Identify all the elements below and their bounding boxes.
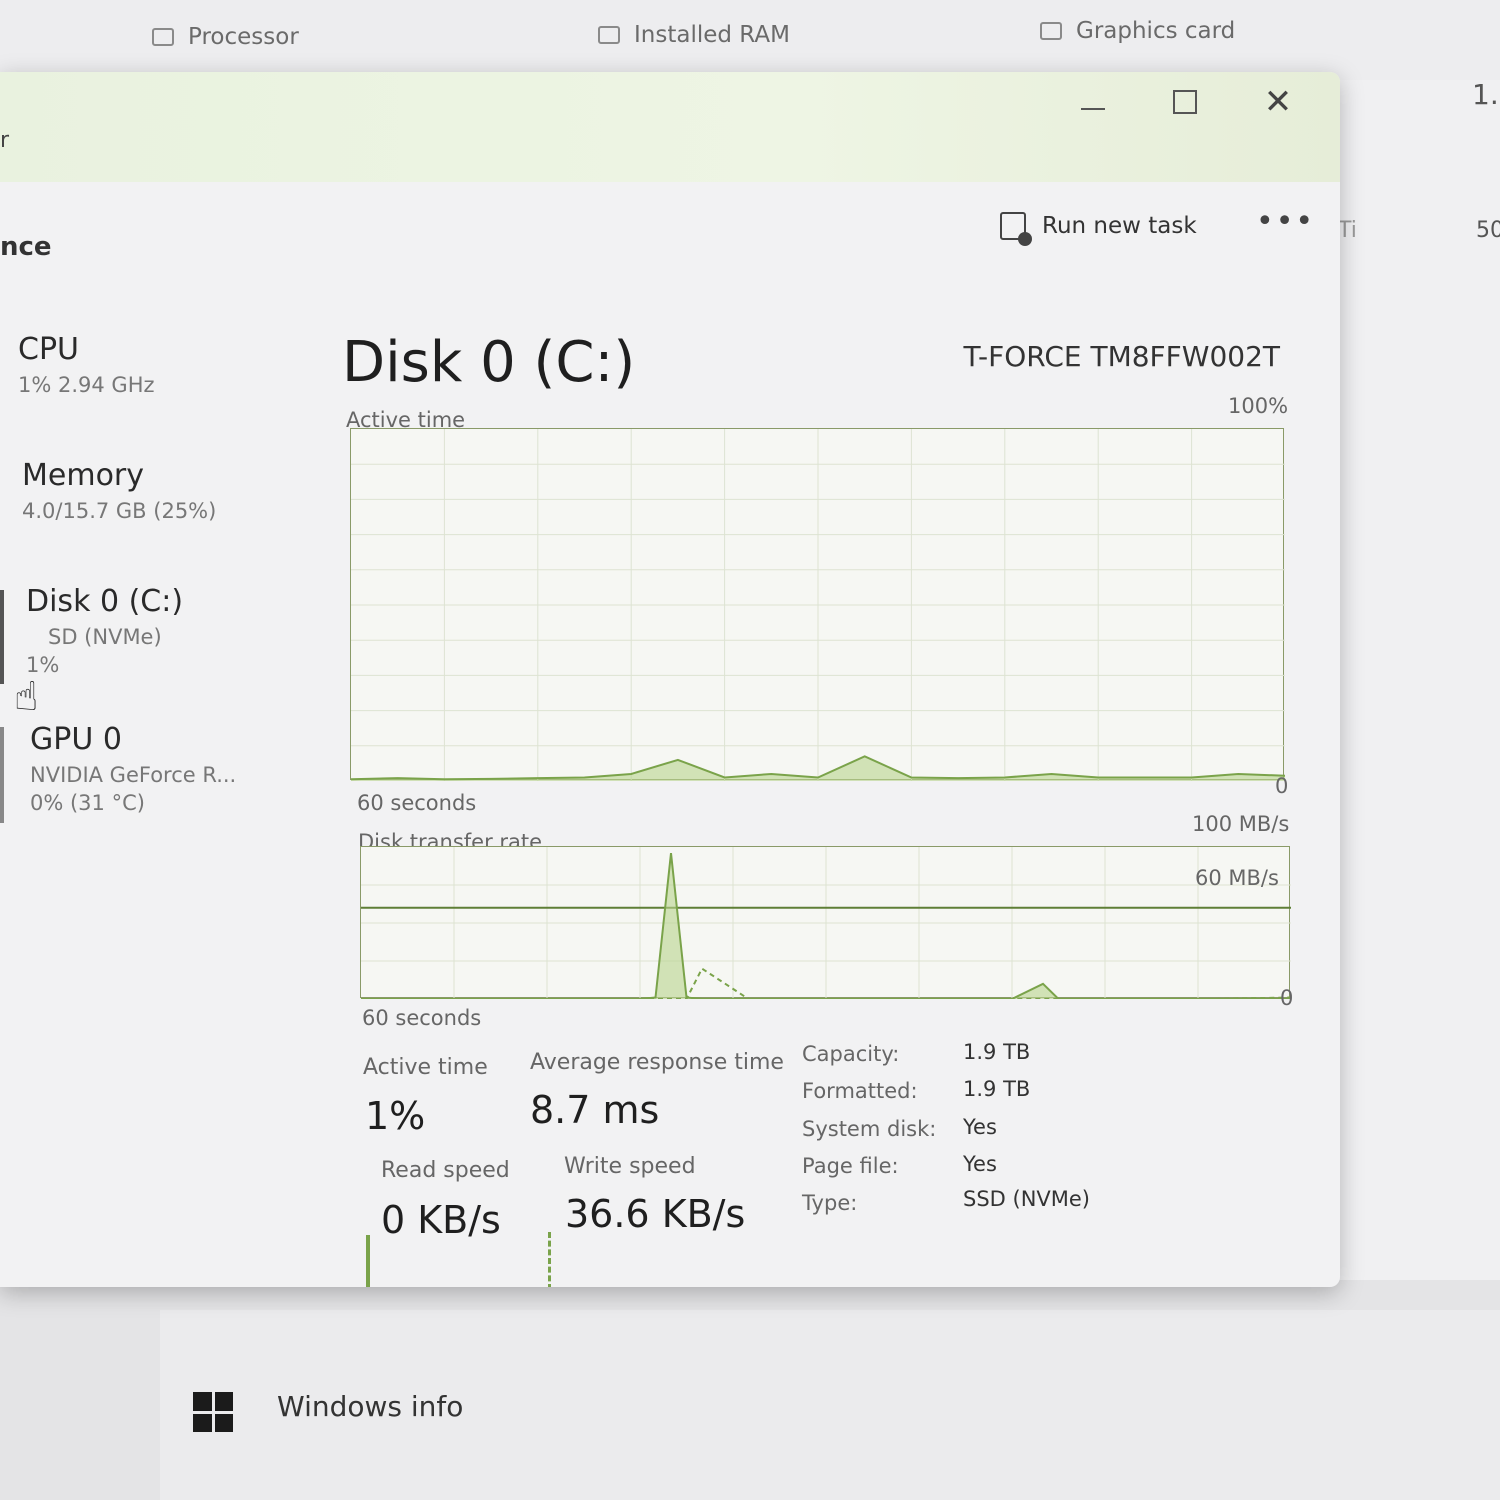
active-time-min-label: 0 <box>1275 774 1289 798</box>
sidebar-item-detail: 4.0/15.7 GB (25%) <box>22 499 217 523</box>
system-disk-label: System disk: <box>802 1117 937 1141</box>
sidebar-selection-indicator <box>0 590 4 684</box>
active-time-stat-label: Active time <box>363 1055 488 1080</box>
write-speed-legend <box>548 1232 551 1287</box>
active-time-duration-label: 60 seconds <box>357 791 477 815</box>
graphics-card-icon <box>1040 22 1062 40</box>
disk-model: T-FORCE TM8FFW002T <box>963 340 1280 373</box>
active-time-max-label: 100% <box>1228 394 1289 418</box>
background-column-value: 50 <box>1476 218 1500 243</box>
run-new-task-label: Run new task <box>1042 213 1197 239</box>
title-text: r <box>0 128 10 153</box>
minimize-button[interactable] <box>1063 82 1123 122</box>
transfer-rate-chart <box>360 846 1291 999</box>
hand-cursor-icon: ☝ <box>14 674 39 720</box>
sidebar-item-title: Memory <box>22 458 145 493</box>
graphics-card-tab[interactable]: Graphics card <box>1040 18 1235 44</box>
maximize-button[interactable] <box>1155 82 1215 122</box>
page-title: nce <box>0 232 52 262</box>
read-speed-legend <box>366 1235 370 1287</box>
processor-tab[interactable]: Processor <box>152 24 299 50</box>
sidebar-item-gpu0[interactable]: GPU 0 NVIDIA GeForce R... 0% (31 °C) <box>30 722 330 815</box>
type-label: Type: <box>802 1191 858 1215</box>
capacity-value: 1.9 TB <box>963 1040 1031 1064</box>
sidebar-item-detail: 1% 2.94 GHz <box>18 373 155 397</box>
transfer-rate-duration-label: 60 seconds <box>362 1006 482 1030</box>
active-time-chart-svg <box>351 429 1285 781</box>
ram-icon <box>598 26 620 44</box>
formatted-value: 1.9 TB <box>963 1077 1031 1101</box>
title-bar[interactable]: r ✕ <box>0 72 1340 182</box>
sidebar-item-memory[interactable]: Memory 4.0/15.7 GB (25%) <box>22 458 322 523</box>
processor-icon <box>152 28 174 46</box>
read-speed-label: Read speed <box>381 1158 510 1183</box>
installed-ram-label: Installed RAM <box>634 22 790 48</box>
background-right-value: 1.8 <box>1472 78 1500 111</box>
write-speed-label: Write speed <box>564 1154 696 1179</box>
windows-logo-icon <box>193 1392 233 1432</box>
sidebar-item-detail: NVIDIA GeForce R... <box>30 763 237 787</box>
capacity-label: Capacity: <box>802 1042 900 1066</box>
write-speed-value: 36.6 KB/s <box>565 1192 746 1236</box>
sidebar-item-detail: SD (NVMe) <box>48 625 162 649</box>
avg-response-label: Average response time <box>530 1050 784 1075</box>
processor-label: Processor <box>188 24 299 50</box>
task-manager-window: r ✕ nce Run new task ••• CPU 1% 2.94 GHz… <box>0 72 1340 1287</box>
transfer-rate-chart-svg <box>361 847 1291 999</box>
sidebar-item-usage: 0% (31 °C) <box>30 791 145 815</box>
toolbar: nce Run new task ••• <box>0 182 1340 282</box>
run-new-task-button[interactable]: Run new task <box>1000 212 1197 246</box>
sidebar-divider <box>0 727 4 823</box>
transfer-rate-line-label: 60 MB/s <box>1195 866 1279 890</box>
type-value: SSD (NVMe) <box>963 1187 1091 1211</box>
sidebar-item-title: Disk 0 (C:) <box>26 584 184 619</box>
background-column-header: Ti <box>1338 218 1357 243</box>
formatted-label: Formatted: <box>802 1079 918 1103</box>
sidebar-item-disk0[interactable]: Disk 0 (C:) SD (NVMe) 1% <box>26 584 326 677</box>
read-speed-value: 0 KB/s <box>381 1198 501 1242</box>
transfer-rate-min-label: 0 <box>1280 986 1294 1010</box>
avg-response-value: 8.7 ms <box>530 1088 660 1132</box>
page-file-value: Yes <box>963 1152 997 1176</box>
windows-info-label[interactable]: Windows info <box>277 1390 463 1423</box>
minimize-icon <box>1081 108 1105 110</box>
disk-title: Disk 0 (C:) <box>342 330 636 395</box>
run-task-icon <box>1000 212 1032 246</box>
transfer-rate-max-label: 100 MB/s <box>1192 812 1290 836</box>
sidebar-item-cpu[interactable]: CPU 1% 2.94 GHz <box>18 332 318 397</box>
installed-ram-tab[interactable]: Installed RAM <box>598 22 790 48</box>
background-right-panel <box>1330 80 1500 1280</box>
close-icon: ✕ <box>1263 82 1293 122</box>
sidebar-item-title: CPU <box>18 332 79 367</box>
page-file-label: Page file: <box>802 1154 899 1178</box>
system-disk-value: Yes <box>963 1115 997 1139</box>
maximize-icon <box>1173 90 1197 114</box>
sidebar-item-title: GPU 0 <box>30 722 122 757</box>
close-button[interactable]: ✕ <box>1248 82 1308 122</box>
active-time-stat-value: 1% <box>365 1094 426 1138</box>
sidebar-item-usage: 1% <box>26 653 60 677</box>
graphics-card-label: Graphics card <box>1076 18 1236 44</box>
more-options-button[interactable]: ••• <box>1256 204 1315 239</box>
active-time-chart <box>350 428 1285 781</box>
